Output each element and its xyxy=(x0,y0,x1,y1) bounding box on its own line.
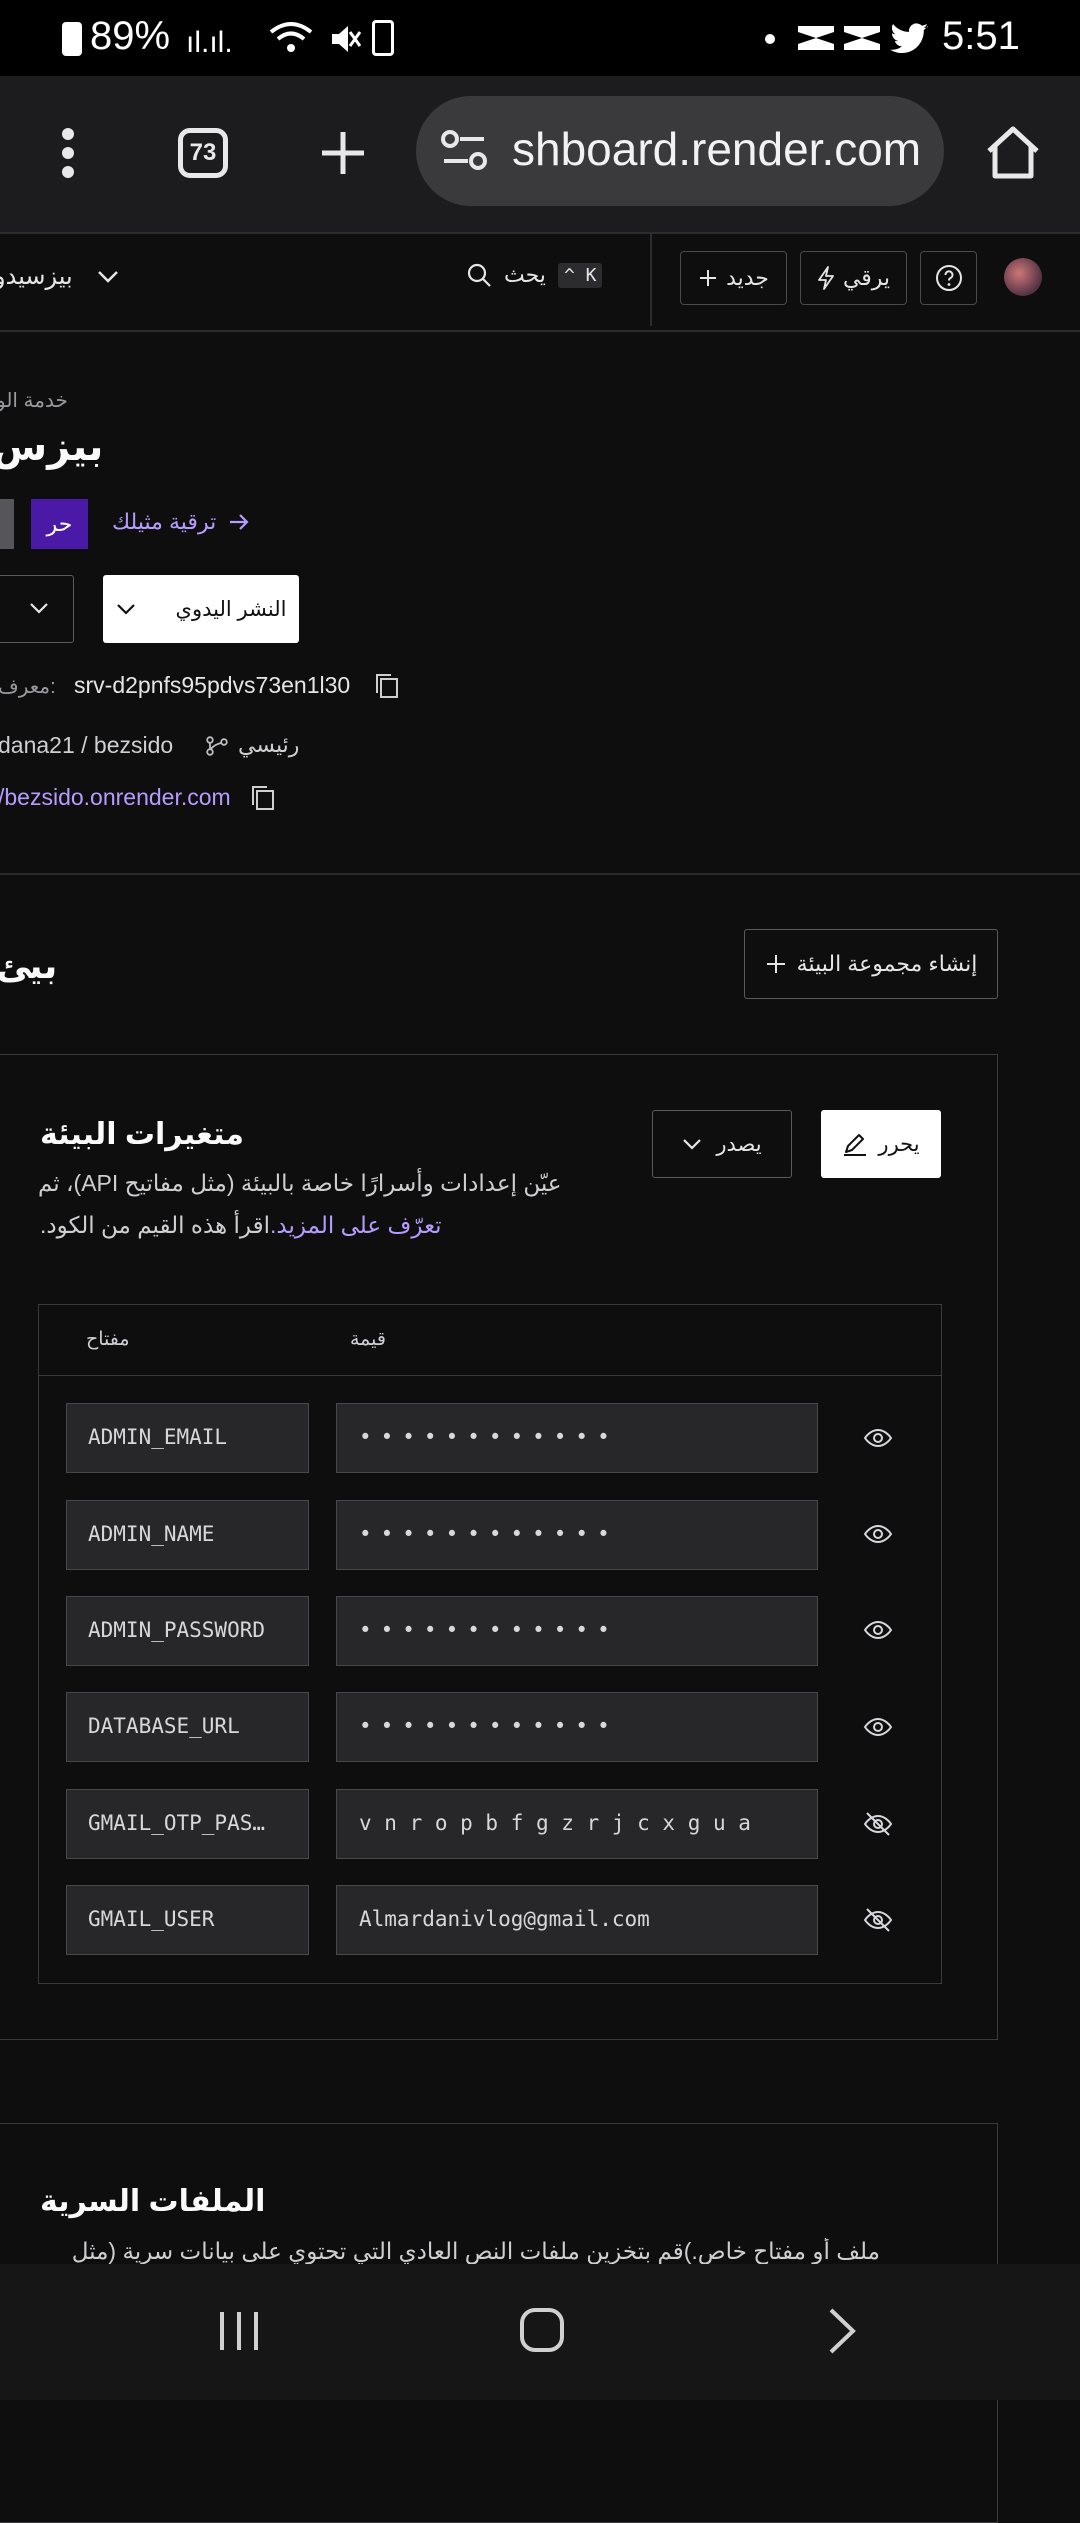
search-box[interactable]: يحث ^ K xyxy=(466,262,603,288)
branch-name: رئيسي xyxy=(238,732,300,757)
notification-dot-icon xyxy=(765,34,775,44)
env-key-input[interactable]: ADMIN_NAME xyxy=(66,1500,309,1570)
env-key-input[interactable]: GMAIL_OTP_PAS… xyxy=(66,1789,309,1859)
capcut-icon xyxy=(796,22,836,54)
service-id-value: srv-d2pnfs95pdvs73en1l30 xyxy=(74,672,351,698)
search-shortcut: ^ K xyxy=(557,262,603,288)
branch-icon xyxy=(206,736,230,756)
hide-value-eye-off-icon[interactable] xyxy=(862,1808,894,1840)
export-button-label: يصدر xyxy=(716,1132,762,1156)
upgrade-button[interactable]: يرقي xyxy=(800,251,907,305)
breadcrumb[interactable]: خدمة الو xyxy=(0,388,68,413)
manual-deploy-label: النشر اليدوي xyxy=(175,597,287,621)
home-button-icon[interactable] xyxy=(518,2306,566,2354)
manual-deploy-button[interactable]: النشر اليدوي xyxy=(103,575,299,643)
hide-value-eye-off-icon[interactable] xyxy=(862,1904,894,1936)
show-value-eye-icon[interactable] xyxy=(862,1711,894,1743)
chevron-down-icon xyxy=(97,270,118,283)
clock: 5:51 xyxy=(942,14,1020,58)
env-value-input[interactable]: •••••••••••• xyxy=(336,1692,818,1762)
divider xyxy=(0,873,1080,875)
connect-dropdown[interactable] xyxy=(0,575,74,643)
back-chevron-icon[interactable] xyxy=(826,2306,858,2356)
plan-badge: حر xyxy=(31,499,88,549)
status-bar: 89% ıl.ıl. 5:51 xyxy=(0,0,1080,76)
help-button[interactable] xyxy=(920,251,977,305)
show-value-eye-icon[interactable] xyxy=(862,1422,894,1454)
env-key-input[interactable]: ADMIN_EMAIL xyxy=(66,1403,309,1473)
env-key-input[interactable]: ADMIN_PASSWORD xyxy=(66,1596,309,1666)
more-menu-icon[interactable] xyxy=(60,126,76,180)
pencil-icon xyxy=(844,1134,867,1156)
chevron-down-icon xyxy=(30,603,48,614)
env-vars-description-line2: تعرّف على المزيد.اقرأ هذه القيم من الكود… xyxy=(40,1212,442,1239)
help-icon xyxy=(935,265,962,291)
nav-divider xyxy=(650,234,652,326)
mute-icon xyxy=(328,22,362,56)
workspace-switcher[interactable]: بيزسيدو xyxy=(0,262,119,291)
secret-files-title: الملفات السرية xyxy=(40,2185,266,2218)
env-vars-title: متغيرات البيئة xyxy=(40,1118,244,1151)
learn-more-link[interactable]: تعرّف على المزيد. xyxy=(270,1212,442,1238)
environment-section-title: بيئ xyxy=(0,945,58,986)
repo-link[interactable]: dana21 / bezsido xyxy=(0,732,173,759)
new-button-label: جديد xyxy=(726,265,769,290)
recent-apps-icon[interactable] xyxy=(216,2308,262,2354)
wifi-icon xyxy=(268,20,314,56)
url-text: shboard.render.com xyxy=(512,123,922,175)
lightning-icon xyxy=(818,266,834,290)
avatar[interactable] xyxy=(1004,258,1042,296)
secret-files-description: ملف أو مفتاح خاص.)قم بتخزين ملفات النص ا… xyxy=(71,2238,880,2264)
capcut-icon-2 xyxy=(842,22,882,54)
chevron-down-icon xyxy=(116,604,135,615)
search-icon xyxy=(467,263,491,287)
service-name: بيزس xyxy=(0,425,104,469)
env-value-input[interactable]: •••••••••••• xyxy=(336,1403,818,1473)
service-id-label: معرف: xyxy=(0,676,56,698)
plus-icon xyxy=(700,270,717,286)
env-value-input[interactable]: Almardanivlog@gmail.com xyxy=(336,1885,818,1955)
site-settings-icon[interactable] xyxy=(440,128,488,174)
env-vars-description-rest: اقرأ هذه القيم من الكود. xyxy=(40,1212,270,1238)
env-value-input[interactable]: •••••••••••• xyxy=(336,1596,818,1666)
show-value-eye-icon[interactable] xyxy=(862,1614,894,1646)
edit-button-label: يحرر xyxy=(878,1132,920,1156)
create-env-group-label: إنشاء مجموعة البيئة xyxy=(796,951,978,976)
home-icon[interactable] xyxy=(984,124,1042,180)
battery-icon xyxy=(62,22,82,56)
twitter-icon xyxy=(890,22,930,56)
copy-icon[interactable] xyxy=(374,672,400,700)
env-value-input[interactable]: v n r o p b f g z r j c x g u a xyxy=(336,1789,818,1859)
system-nav-bar xyxy=(0,2264,1080,2400)
table-header xyxy=(38,1304,942,1376)
upgrade-button-label: يرقي xyxy=(842,265,891,290)
workspace-name: بيزسيدو xyxy=(0,263,73,290)
battery-percent: 89% xyxy=(90,14,171,58)
show-value-eye-icon[interactable] xyxy=(862,1518,894,1550)
column-header-key: مفتاح xyxy=(86,1329,130,1350)
signal-icon: ıl.ıl. xyxy=(186,26,233,59)
copy-icon[interactable] xyxy=(250,784,276,812)
upgrade-instance-link[interactable]: ترقية مثيلك xyxy=(112,509,250,535)
search-label: يحث xyxy=(504,262,546,287)
new-button[interactable]: جديد xyxy=(680,251,787,305)
battery-saver-icon xyxy=(372,20,394,56)
chevron-down-icon xyxy=(683,1139,702,1150)
env-value-input[interactable]: •••••••••••• xyxy=(336,1500,818,1570)
env-key-input[interactable]: DATABASE_URL xyxy=(66,1692,309,1762)
address-bar[interactable]: shboard.render.com xyxy=(416,96,944,206)
create-env-group-button[interactable]: إنشاء مجموعة البيئة xyxy=(744,929,998,999)
new-tab-icon[interactable] xyxy=(318,128,368,178)
arrow-right-icon xyxy=(230,514,249,530)
runtime-badge xyxy=(0,499,14,549)
service-url-link[interactable]: /bezsido.onrender.com xyxy=(0,784,231,811)
upgrade-instance-label: ترقية مثيلك xyxy=(112,509,217,534)
env-key-input[interactable]: GMAIL_USER xyxy=(66,1885,309,1955)
export-button[interactable]: يصدر xyxy=(652,1110,792,1178)
edit-button[interactable]: يحرر xyxy=(821,1110,941,1178)
tab-count-button[interactable]: 73 xyxy=(178,128,228,178)
env-vars-description: عيّن إعدادات وأسرارًا خاصة بالبيئة (مثل … xyxy=(38,1170,562,1196)
column-header-value: قيمة xyxy=(350,1329,386,1350)
plus-icon xyxy=(766,955,785,973)
